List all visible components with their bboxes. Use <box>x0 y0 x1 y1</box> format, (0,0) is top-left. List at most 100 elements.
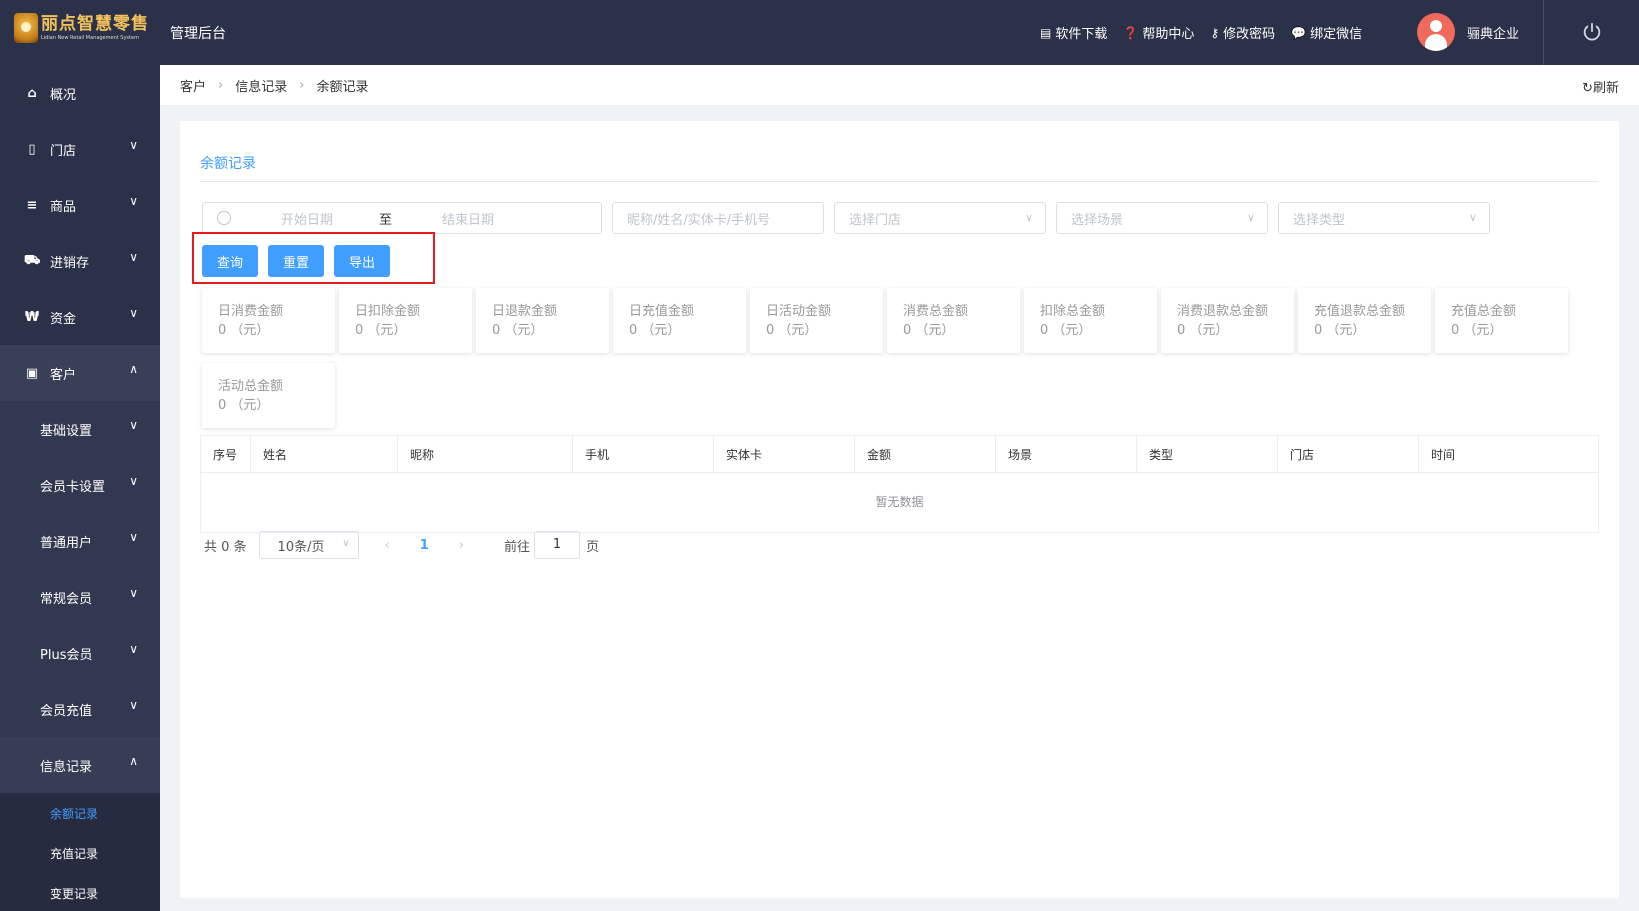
sidebar-sub-card-settings[interactable]: 会员卡设置 ∨ <box>0 457 160 513</box>
store-icon: ▤ <box>1040 25 1052 40</box>
table-column-header: 序号 <box>201 436 251 472</box>
list-icon: ≡ <box>26 197 38 213</box>
page-size-value: 10条/页 <box>277 539 325 555</box>
stat-label: 日活动金额 <box>766 304 832 319</box>
change-password-link[interactable]: ⚷ 修改密码 <box>1210 23 1275 43</box>
power-icon[interactable] <box>1581 21 1603 43</box>
clock-icon <box>217 211 231 225</box>
refresh-button[interactable]: ↻刷新 <box>1582 77 1619 96</box>
stat-value: 0 （元） <box>1314 323 1366 338</box>
chevron-down-icon: ∨ <box>129 530 138 544</box>
table-column-header: 手机 <box>573 436 714 472</box>
bind-wechat-link[interactable]: 💬 绑定微信 <box>1291 23 1362 43</box>
logo[interactable]: 丽点智慧零售 Lidian New Retail Management Syst… <box>14 13 149 43</box>
sidebar-sub-label: 普通用户 <box>40 535 93 551</box>
stat-card: 活动总金额 0 （元） <box>202 363 335 428</box>
chevron-down-icon: ∨ <box>1468 211 1477 224</box>
sidebar-sub-normal-users[interactable]: 普通用户 ∨ <box>0 513 160 569</box>
refresh-icon: ↻ <box>1582 81 1593 96</box>
chevron-down-icon: ∨ <box>129 306 138 320</box>
type-select[interactable]: 选择类型 ∨ <box>1278 202 1490 234</box>
sidebar-leaf-change-records[interactable]: 变更记录 <box>0 873 160 911</box>
sidebar-item-label: 概况 <box>50 87 77 103</box>
sidebar-leaf-label: 余额记录 <box>50 806 99 821</box>
chevron-down-icon: ∨ <box>129 586 138 600</box>
table-empty-text: 暂无数据 <box>875 495 924 509</box>
sidebar-sub-label: Plus会员 <box>40 647 93 663</box>
username: 骊典企业 <box>1467 26 1520 42</box>
help-center-link[interactable]: ❓ 帮助中心 <box>1123 23 1195 43</box>
help-center-label: 帮助中心 <box>1142 27 1195 42</box>
stat-label: 消费总金额 <box>903 304 969 319</box>
sidebar-sub-regular-members[interactable]: 常规会员 ∨ <box>0 569 160 625</box>
stat-value: 0 （元） <box>355 323 407 338</box>
keyword-placeholder: 昵称/姓名/实体卡/手机号 <box>627 212 771 228</box>
table-header: 序号 姓名 昵称 手机 实体卡 金额 场景 类型 门店 时间 <box>201 436 1598 473</box>
current-page[interactable]: 1 <box>420 538 429 553</box>
stat-value: 0 （元） <box>218 398 270 413</box>
breadcrumb-item[interactable]: 客户 <box>180 76 206 95</box>
store-select[interactable]: 选择门店 ∨ <box>834 202 1046 234</box>
sidebar-item-label: 门店 <box>50 143 77 159</box>
user-menu[interactable]: 骊典企业 <box>1417 13 1519 51</box>
scene-select[interactable]: 选择场景 ∨ <box>1056 202 1268 234</box>
stat-value: 0 （元） <box>492 323 544 338</box>
stat-value: 0 （元） <box>1177 323 1229 338</box>
sidebar-item-customers[interactable]: ▣ 客户 ∧ <box>0 345 160 401</box>
sidebar-sub-label: 会员卡设置 <box>40 479 106 495</box>
stat-label: 日退款金额 <box>492 304 558 319</box>
admin-title: 管理后台 <box>170 26 226 42</box>
chevron-down-icon: ∨ <box>129 250 138 264</box>
sidebar-item-overview[interactable]: ⌂ 概况 <box>0 65 160 121</box>
next-page-button[interactable]: › <box>459 538 464 553</box>
sidebar-leaf-recharge-records[interactable]: 充值记录 <box>0 833 160 873</box>
date-range-picker[interactable]: 开始日期 至 结束日期 <box>202 202 602 234</box>
type-placeholder: 选择类型 <box>1293 212 1346 228</box>
page-size-select[interactable]: 10条/页 ∨ <box>258 531 359 559</box>
sidebar-sub-label: 会员充值 <box>40 703 93 719</box>
stat-value: 0 （元） <box>218 323 270 338</box>
sidebar-sub-member-recharge[interactable]: 会员充值 ∨ <box>0 681 160 737</box>
sidebar-sub-basic-settings[interactable]: 基础设置 ∨ <box>0 401 160 457</box>
sidebar-leaf-label: 充值记录 <box>50 846 99 861</box>
main-card: 余额记录 开始日期 至 结束日期 昵称/姓名/实体卡/手机号 选择门店 ∨ 选择… <box>180 121 1619 898</box>
sidebar-item-products[interactable]: ≡ 商品 ∨ <box>0 177 160 233</box>
store-placeholder: 选择门店 <box>849 212 902 228</box>
chevron-down-icon: ∨ <box>129 698 138 712</box>
sidebar-item-label: 资金 <box>50 311 77 327</box>
refresh-label: 刷新 <box>1592 81 1619 96</box>
sidebar-item-stores[interactable]: ▯ 门店 ∨ <box>0 121 160 177</box>
table-column-header: 昵称 <box>398 436 573 472</box>
stat-card: 消费退款总金额 0 （元） <box>1161 288 1294 353</box>
stat-value: 0 （元） <box>903 323 955 338</box>
stat-value: 0 （元） <box>629 323 681 338</box>
sidebar-sub-info-records[interactable]: 信息记录 ∧ <box>0 737 160 793</box>
top-bar: 丽点智慧零售 Lidian New Retail Management Syst… <box>0 0 1639 65</box>
stat-label: 日消费金额 <box>218 304 284 319</box>
logo-icon <box>14 13 38 43</box>
prev-page-button[interactable]: ‹ <box>385 538 390 553</box>
sidebar-sub-label: 基础设置 <box>40 423 93 439</box>
table-column-header: 实体卡 <box>714 436 855 472</box>
scene-placeholder: 选择场景 <box>1071 212 1124 228</box>
breadcrumb-item[interactable]: 信息记录 <box>235 76 287 95</box>
highlight-box <box>192 232 435 284</box>
sidebar-item-funds[interactable]: ₩ 资金 ∨ <box>0 289 160 345</box>
goto-page-input[interactable]: 1 <box>534 531 581 559</box>
stat-label: 日扣除金额 <box>355 304 421 319</box>
table-column-header: 场景 <box>996 436 1137 472</box>
avatar[interactable] <box>1417 13 1455 51</box>
stat-card: 日消费金额 0 （元） <box>202 288 335 353</box>
stat-card: 消费总金额 0 （元） <box>887 288 1020 353</box>
divider <box>1543 0 1544 65</box>
sidebar-leaf-balance-records[interactable]: 余额记录 <box>0 793 160 833</box>
goto-suffix: 页 <box>586 539 600 555</box>
sidebar-sub-plus-members[interactable]: Plus会员 ∨ <box>0 625 160 681</box>
sidebar-item-inventory[interactable]: ⛟ 进销存 ∨ <box>0 233 160 289</box>
pagination: 共 0 条 10条/页 ∨ ‹ 1 › 前往 1 页 <box>204 531 599 559</box>
logo-text: 丽点智慧零售 <box>41 13 149 34</box>
software-download-link[interactable]: ▤ 软件下载 <box>1040 23 1107 43</box>
stat-label: 充值总金额 <box>1451 304 1517 319</box>
chevron-up-icon: ∧ <box>129 754 138 768</box>
keyword-input[interactable]: 昵称/姓名/实体卡/手机号 <box>612 202 824 234</box>
